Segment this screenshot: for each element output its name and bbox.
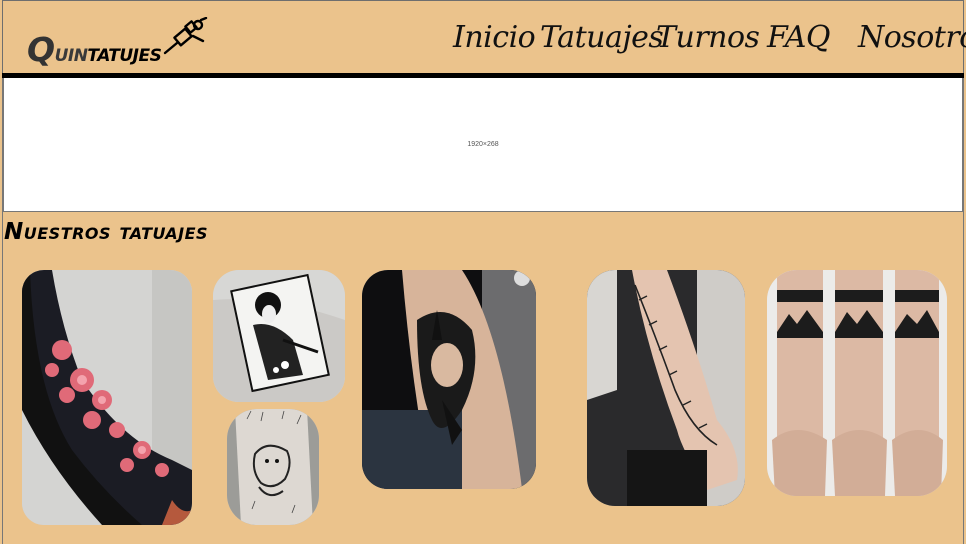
- gallery-photo-sleeve[interactable]: [22, 270, 192, 525]
- gallery-photo-barbed-wire[interactable]: [587, 270, 745, 506]
- gallery-photo-mountain-bands[interactable]: [767, 270, 947, 496]
- gallery-photo-oni-mask[interactable]: [362, 270, 536, 489]
- nav-item-nosotros[interactable]: Nosotros: [858, 20, 966, 55]
- gallery-photo-dog[interactable]: [227, 409, 319, 525]
- nav-item-tatuajes[interactable]: Tatuajes: [540, 20, 664, 55]
- nav-item-inicio[interactable]: Inicio: [453, 20, 536, 55]
- gallery-photo-geisha[interactable]: [213, 270, 345, 402]
- gallery-title: Nuestros tatuajes: [4, 219, 209, 245]
- main-nav: Inicio Tatuajes Turnos FAQ Nosotros: [0, 20, 966, 60]
- banner-placeholder-text: 1920×268: [467, 141, 499, 148]
- nav-item-faq[interactable]: FAQ: [767, 20, 830, 55]
- nav-item-turnos[interactable]: Turnos: [656, 20, 760, 55]
- hero-banner: 1920×268: [3, 78, 963, 212]
